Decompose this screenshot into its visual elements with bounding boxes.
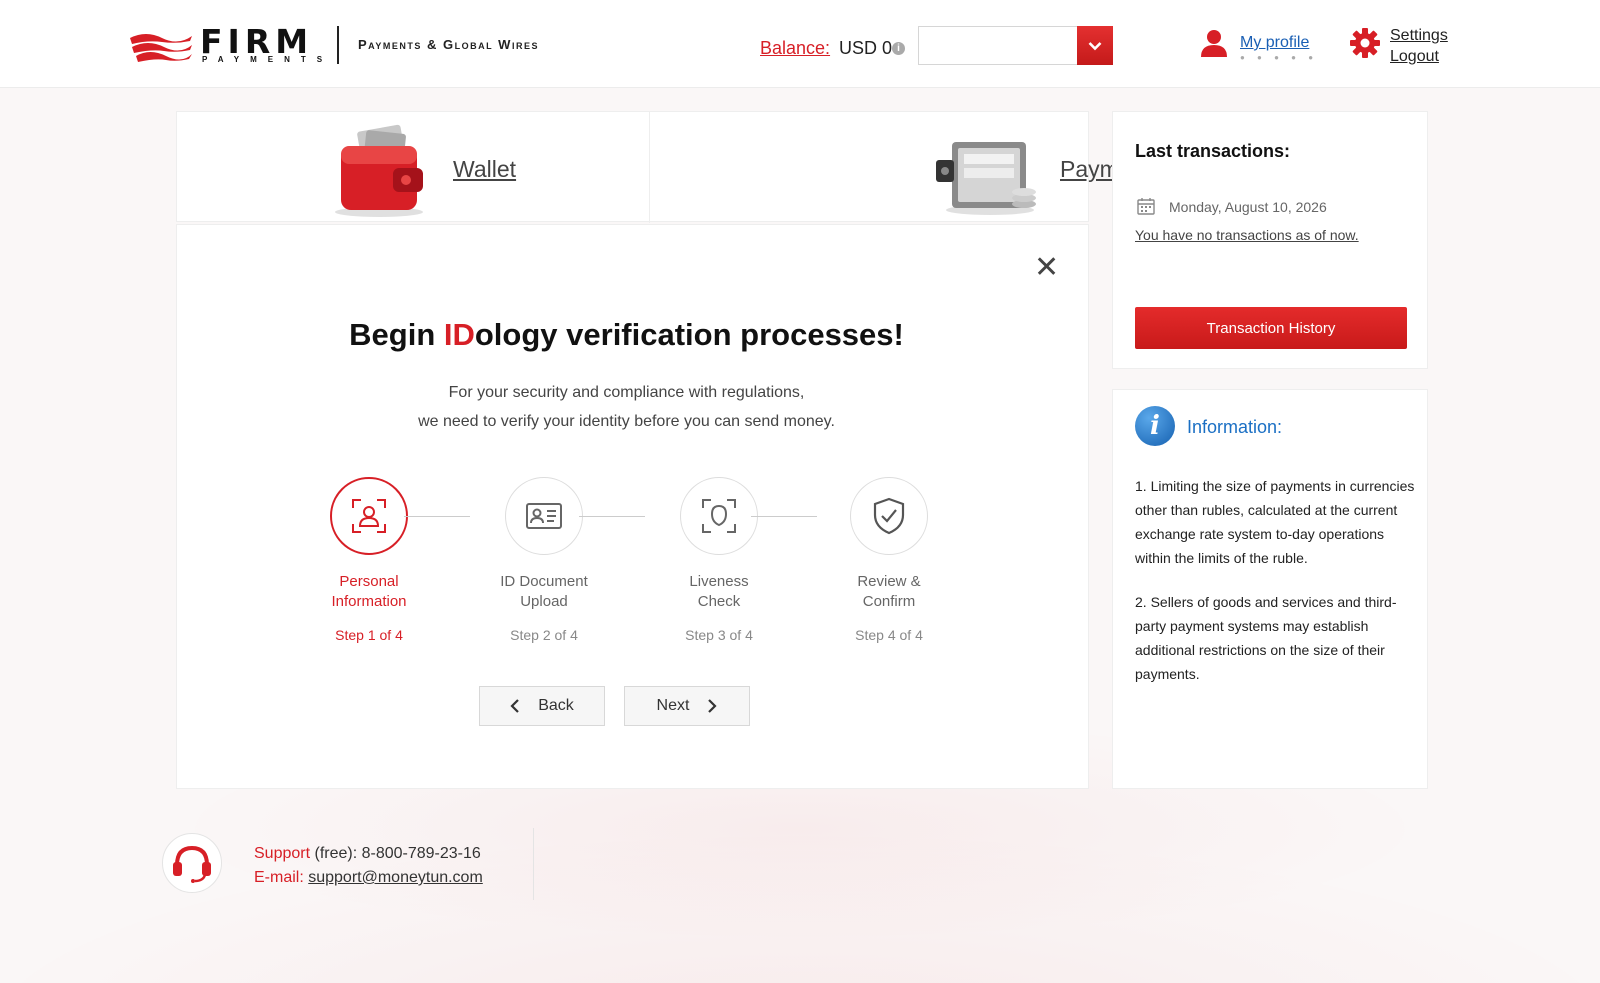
title-suffix: ology verification processes! (474, 317, 904, 352)
chevron-down-icon (1088, 41, 1102, 50)
chevron-left-icon (510, 699, 519, 713)
logo-subtitle: PAYMENTS (202, 55, 334, 64)
title-prefix: Begin (349, 317, 444, 352)
next-button-label: Next (656, 697, 690, 714)
face-scan-icon (702, 499, 736, 533)
last-transactions-title: Last transactions: (1135, 141, 1291, 161)
my-profile-link[interactable]: My profile (1240, 34, 1309, 52)
headset-icon (162, 833, 222, 893)
tab-wallet-label[interactable]: Wallet (453, 156, 516, 183)
information-panel: i Information: 1. Limiting the size of p… (1112, 389, 1428, 789)
step-title-line: Review & (857, 573, 921, 590)
step-title: Liveness Check (649, 572, 789, 612)
step-title-line: Check (697, 593, 741, 610)
balance-link[interactable]: Balance: (760, 38, 830, 59)
step-title-line: Upload (520, 593, 568, 610)
step-count: Step 1 of 4 (335, 627, 403, 643)
wallet-icon (335, 124, 423, 217)
tab-wallet[interactable]: Wallet (177, 112, 650, 223)
shield-check-icon (873, 497, 905, 535)
step-title: Personal Information (299, 572, 439, 612)
step-circle (680, 477, 758, 555)
logo-divider (337, 26, 339, 64)
transaction-history-button[interactable]: Transaction History (1135, 307, 1407, 349)
step-id-document-upload[interactable]: ID Document Upload Step 2 of 4 (474, 477, 614, 643)
calendar-icon (1137, 198, 1155, 215)
step-review-confirm[interactable]: Review & Confirm Step 4 of 4 (819, 477, 959, 643)
step-title-line: Information (331, 593, 407, 610)
step-title-line: Confirm (862, 593, 916, 610)
support-label: Support (254, 845, 311, 862)
page-subtitle: For your security and compliance with re… (177, 378, 1076, 436)
firm-logo[interactable]: FIRM PAYMENTS (128, 24, 323, 66)
page-title: Begin IDology verification processes! (177, 317, 1076, 353)
subtitle-line-2: we need to verify your identity before y… (418, 413, 835, 430)
personal-info-icon (352, 499, 386, 533)
step-personal-information[interactable]: Personal Information Step 1 of 4 (299, 477, 439, 643)
currency-select[interactable] (918, 26, 1113, 65)
no-transactions-link[interactable]: You have no transactions as of now. (1135, 227, 1359, 243)
profile-rating: ● ● ● ● ● (1240, 53, 1319, 62)
tagline: Payments & Global Wires (358, 37, 539, 52)
step-title-line: ID Document (500, 573, 588, 590)
user-icon (1201, 30, 1227, 57)
step-liveness-check[interactable]: Liveness Check Step 3 of 4 (649, 477, 789, 643)
verification-card: ✕ Begin IDology verification processes! … (176, 224, 1089, 789)
title-highlight: ID (443, 317, 475, 352)
settings-link[interactable]: Settings (1390, 27, 1448, 45)
information-paragraph-1: 1. Limiting the size of payments in curr… (1135, 478, 1415, 566)
back-button-label: Back (538, 697, 574, 714)
safe-payment-icon (936, 142, 1036, 215)
step-title-line: Liveness (689, 573, 749, 590)
step-title: Review & Confirm (819, 572, 959, 612)
currency-dropdown-button[interactable] (1077, 26, 1113, 65)
logout-link[interactable]: Logout (1390, 48, 1439, 66)
flag-wave-icon (130, 34, 192, 62)
information-title: Information: (1187, 417, 1283, 437)
step-connector (579, 516, 645, 517)
next-button[interactable]: Next (624, 686, 750, 726)
step-circle (505, 477, 583, 555)
chevron-right-icon (708, 699, 718, 713)
step-connector (404, 516, 470, 517)
step-title: ID Document Upload (474, 572, 614, 612)
step-count: Step 3 of 4 (685, 627, 753, 643)
last-transactions-panel: Last transactions: Monday, August 10, 20… (1112, 111, 1428, 369)
tab-payment[interactable]: Payment (650, 112, 1151, 223)
email-link[interactable]: support@moneytun.com (308, 869, 483, 886)
step-count: Step 2 of 4 (510, 627, 578, 643)
step-count: Step 4 of 4 (855, 627, 923, 643)
step-title-line: Personal (339, 573, 399, 590)
support-email: E-mail: support@moneytun.com (254, 869, 483, 887)
headset-glyph (173, 845, 211, 883)
id-card-icon (526, 503, 562, 529)
header: FIRM PAYMENTS Payments & Global Wires Ba… (0, 0, 1600, 88)
step-circle (850, 477, 928, 555)
information-paragraph-2: 2. Sellers of goods and services and thi… (1135, 594, 1397, 682)
info-icon[interactable]: i (892, 42, 905, 55)
step-connector (751, 516, 817, 517)
main-tabs: Wallet Payment (176, 111, 1151, 223)
info-icon: i (1135, 406, 1175, 446)
gear-icon[interactable] (1349, 27, 1381, 59)
footer-divider (533, 828, 534, 900)
support-text: (free): 8-800-789-23-16 (310, 845, 481, 862)
close-icon[interactable]: ✕ (1034, 253, 1059, 283)
transaction-date: Monday, August 10, 2026 (1169, 199, 1327, 215)
email-label: E-mail: (254, 869, 304, 886)
step-circle (330, 477, 408, 555)
balance-value: USD 0 (839, 38, 893, 58)
support-phone: Support (free): 8-800-789-23-16 (254, 845, 481, 863)
back-button[interactable]: Back (479, 686, 605, 726)
subtitle-line-1: For your security and compliance with re… (448, 384, 805, 401)
